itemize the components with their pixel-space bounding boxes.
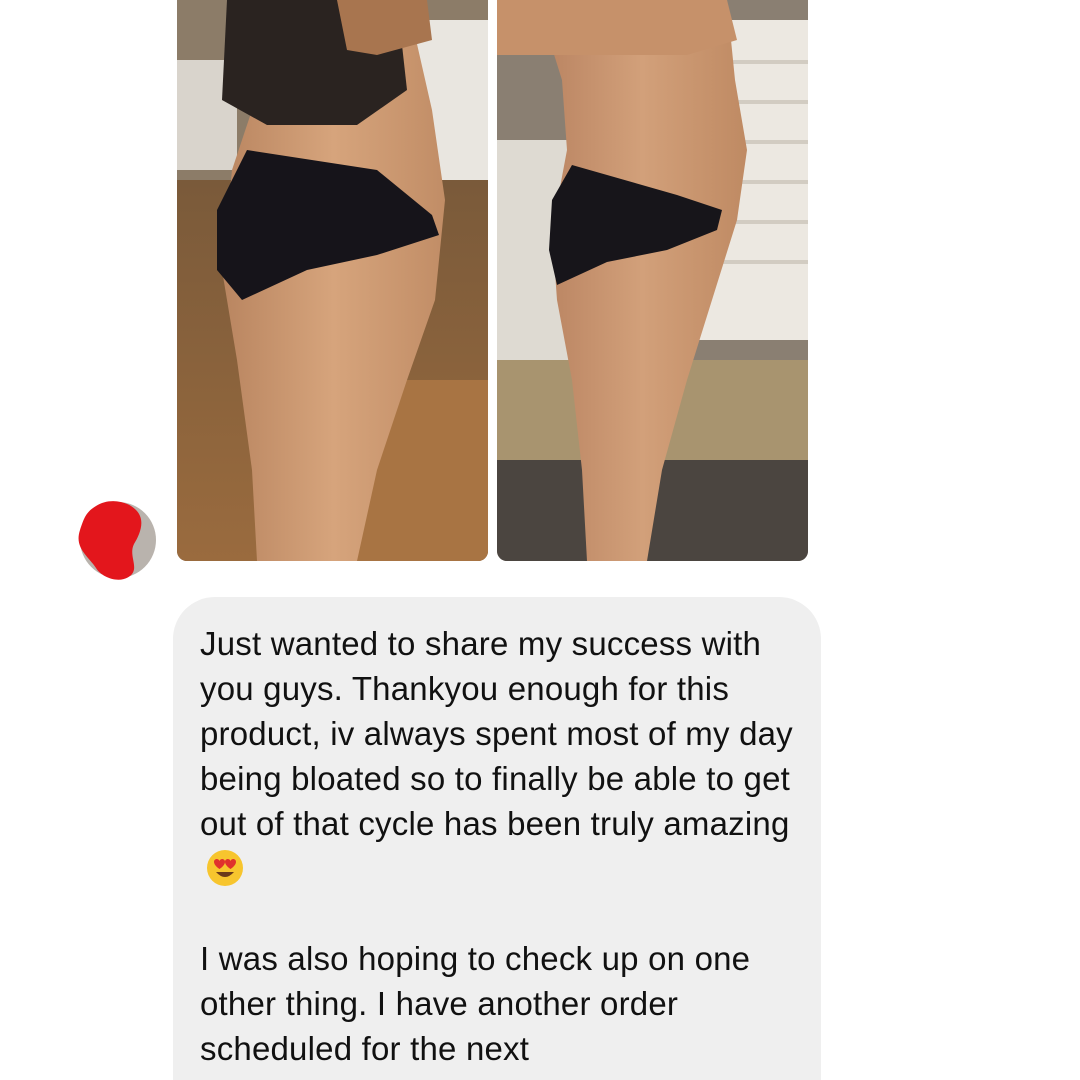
photo-icon xyxy=(177,0,488,561)
message-paragraph: I was also hoping to check up on one oth… xyxy=(200,936,793,1071)
redacted-avatar-icon xyxy=(78,501,156,580)
chat-thread: Just wanted to share my success with you… xyxy=(0,0,1080,1080)
message-bubble[interactable]: Just wanted to share my success with you… xyxy=(173,597,821,1080)
before-photo[interactable] xyxy=(177,0,488,561)
message-text-1: Just wanted to share my success with you… xyxy=(200,625,793,842)
after-photo[interactable] xyxy=(497,0,808,561)
photo-icon xyxy=(497,0,808,561)
message-paragraph: Just wanted to share my success with you… xyxy=(200,621,793,891)
sender-avatar[interactable] xyxy=(78,500,156,580)
heart-eyes-emoji-icon xyxy=(206,849,244,887)
message-text-2: I was also hoping to check up on one oth… xyxy=(200,940,751,1067)
